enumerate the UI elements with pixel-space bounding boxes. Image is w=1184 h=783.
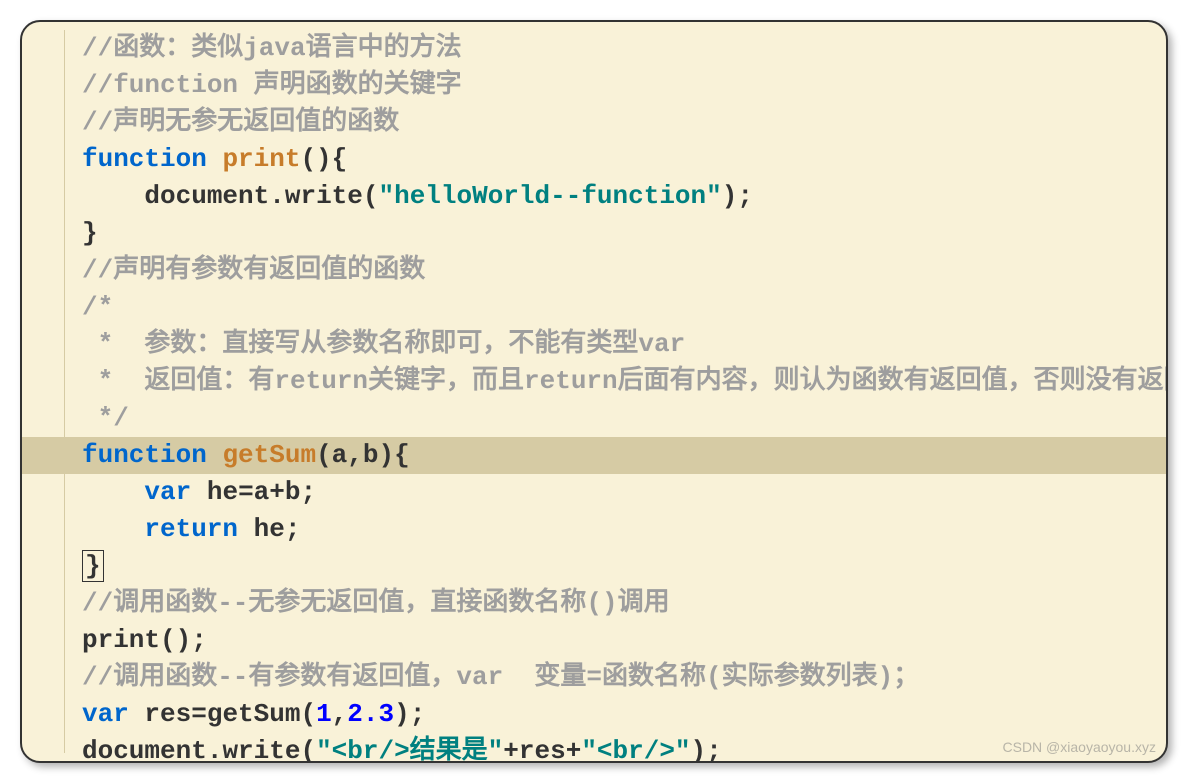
token-string: "<br/>结果是": [316, 736, 503, 763]
code-line: document.write("helloWorld--function");: [82, 178, 1166, 215]
code-line: return he;: [82, 511, 1166, 548]
token-punct: }: [82, 218, 98, 248]
token-comment: /*: [82, 292, 113, 322]
token-punct: ,: [332, 699, 348, 729]
token-ident: getSum: [207, 699, 301, 729]
token-ident: a: [332, 440, 348, 470]
token-punct: (: [316, 440, 332, 470]
token-punct: =: [191, 699, 207, 729]
code-line: * 返回值：有return关键字，而且return后面有内容，则认为函数有返回值…: [82, 363, 1166, 400]
token-keyword: var: [144, 477, 191, 507]
token-punct: (: [300, 736, 316, 763]
token-ident: res: [144, 699, 191, 729]
token-comment: //调用函数--有参数有返回值，var 变量=函数名称(实际参数列表)；: [82, 662, 919, 692]
token-punct: +: [269, 477, 285, 507]
token-method: write: [285, 181, 363, 211]
code-screenshot: //函数：类似java语言中的方法 //function 声明函数的关键字 //声明…: [20, 20, 1168, 763]
code-line: //调用函数--有参数有返回值，var 变量=函数名称(实际参数列表)；: [82, 659, 1166, 696]
token-ident: document: [144, 181, 269, 211]
code-line: }: [82, 215, 1166, 252]
token-punct: ;: [301, 477, 317, 507]
token-punct: }: [85, 551, 101, 581]
token-punct: =: [238, 477, 254, 507]
token-ident: print: [82, 625, 160, 655]
code-line: * 参数：直接写从参数名称即可，不能有类型var: [82, 326, 1166, 363]
token-punct: [238, 514, 254, 544]
code-line: //声明无参无返回值的函数: [82, 104, 1166, 141]
token-ident: he: [207, 477, 238, 507]
token-comment: //声明无参无返回值的函数: [82, 107, 399, 137]
code-block: //函数：类似java语言中的方法 //function 声明函数的关键字 //声明…: [22, 22, 1166, 763]
token-string: "helloWorld--function": [378, 181, 721, 211]
token-keyword: function: [82, 440, 207, 470]
token-punct: [129, 699, 145, 729]
token-keyword: return: [144, 514, 238, 544]
token-punct: [191, 477, 207, 507]
token-comment: //函数：类似java语言中的方法: [82, 33, 462, 63]
token-funcname: print: [222, 144, 300, 174]
token-number: 1: [316, 699, 332, 729]
token-punct: );: [691, 736, 722, 763]
token-punct: ){: [379, 440, 410, 470]
token-comment: //声明有参数有返回值的函数: [82, 255, 425, 285]
token-punct: (: [363, 181, 379, 211]
cursor-position: }: [82, 550, 104, 582]
token-comment: */: [82, 403, 129, 433]
token-ident: he: [254, 514, 285, 544]
token-punct: (: [300, 699, 316, 729]
code-line: */: [82, 400, 1166, 437]
token-method: write: [222, 736, 300, 763]
token-ident: a: [254, 477, 270, 507]
code-line: function getSum(a,b){: [22, 437, 1166, 474]
token-funcname: getSum: [222, 440, 316, 470]
code-line: function print(){: [82, 141, 1166, 178]
watermark-text: CSDN @xiaoyaoyou.xyz: [1003, 739, 1157, 755]
token-comment: * 返回值：有return关键字，而且return后面有内容，则认为函数有返回值…: [82, 366, 1168, 396]
token-punct: );: [394, 699, 425, 729]
token-punct: .: [207, 736, 223, 763]
code-line: var res=getSum(1,2.3);: [82, 696, 1166, 733]
token-string: "<br/>": [581, 736, 690, 763]
token-ident: res: [519, 736, 566, 763]
token-comment: * 参数：直接写从参数名称即可，不能有类型var: [82, 329, 685, 359]
gutter-divider: [64, 30, 65, 753]
token-keyword: function: [82, 144, 207, 174]
token-number: 2.3: [347, 699, 394, 729]
code-line: }: [82, 548, 1166, 585]
token-ident: b: [285, 477, 301, 507]
code-line: /*: [82, 289, 1166, 326]
token-punct: [207, 440, 223, 470]
token-punct: +: [566, 736, 582, 763]
code-line: print();: [82, 622, 1166, 659]
code-line: //调用函数--无参无返回值，直接函数名称()调用: [82, 585, 1166, 622]
token-punct: );: [722, 181, 753, 211]
code-line: //function 声明函数的关键字: [82, 67, 1166, 104]
token-punct: (){: [300, 144, 347, 174]
token-punct: ();: [160, 625, 207, 655]
token-comment: //function 声明函数的关键字: [82, 70, 462, 100]
code-line: //函数：类似java语言中的方法: [82, 30, 1166, 67]
token-ident: document: [82, 736, 207, 763]
code-line: //声明有参数有返回值的函数: [82, 252, 1166, 289]
token-punct: .: [269, 181, 285, 211]
token-keyword: var: [82, 699, 129, 729]
token-ident: b: [363, 440, 379, 470]
token-punct: [207, 144, 223, 174]
code-line: var he=a+b;: [82, 474, 1166, 511]
token-punct: ;: [285, 514, 301, 544]
token-punct: ,: [347, 440, 363, 470]
token-comment: //调用函数--无参无返回值，直接函数名称()调用: [82, 588, 670, 618]
token-punct: +: [503, 736, 519, 763]
